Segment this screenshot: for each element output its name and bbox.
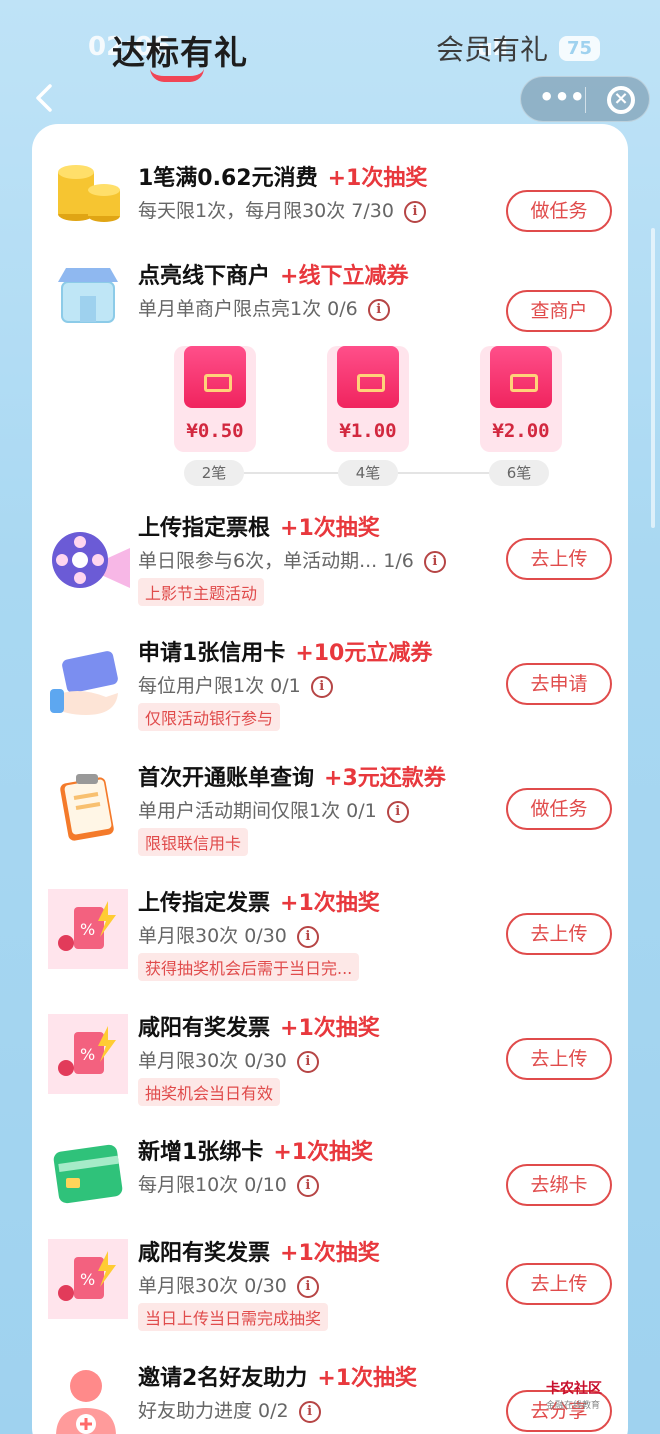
upload-button[interactable]: 去上传 [506, 1038, 612, 1080]
task-reward: +1次抽奖 [280, 1241, 380, 1266]
info-icon[interactable]: i [296, 925, 319, 948]
gold-coins-icon [46, 150, 130, 234]
credit-card-hand-icon [46, 641, 130, 725]
task-tag: 获得抽奖机会后需于当日完... [138, 953, 360, 981]
task-reward: +1次抽奖 [317, 1366, 418, 1391]
tab-member-gift[interactable]: 会员有礼 [436, 28, 548, 68]
task-reward: +1次抽奖 [280, 516, 380, 541]
info-icon[interactable]: i [403, 200, 426, 223]
invoice-lottery-icon: % [46, 1237, 130, 1321]
task-title: 首次开通账单查询 +3元还款券 [138, 766, 446, 791]
packet-amount: ¥1.00 [339, 420, 397, 442]
task-limit: 单日限参与6次，单活动期... 1/6 i [138, 546, 446, 573]
info-icon[interactable]: i [296, 1275, 319, 1298]
do-task-button[interactable]: 做任务 [506, 190, 612, 232]
task-limit: 每月限10次 0/10 i [138, 1170, 319, 1197]
task-limit: 单月限30次 0/30 i [138, 1271, 319, 1298]
task-tag: 限银联信用卡 [138, 828, 249, 856]
task-title: 咸阳有奖发票 +1次抽奖 [138, 1016, 380, 1041]
film-reel-icon [46, 518, 130, 602]
red-packet-icon [337, 346, 399, 408]
task-list-card: 1笔满0.62元消费 +1次抽奖 每天限1次，每月限30次 7/30 i 做任务 点… [32, 124, 628, 1434]
task-limit: 单月限30次 0/30 i [138, 1046, 319, 1073]
forum-watermark: 卡农社区 金融在线教育 [546, 1378, 602, 1411]
scrollbar[interactable] [651, 228, 655, 528]
storefront-icon [46, 256, 130, 340]
info-icon[interactable]: i [298, 1400, 321, 1423]
view-merchants-button[interactable]: 查商户 [506, 290, 612, 332]
mini-program-capsule: ••• × [520, 76, 650, 122]
red-packet: ¥2.00 [480, 346, 562, 452]
task-limit: 每天限1次，每月限30次 7/30 i [138, 196, 426, 223]
close-icon[interactable]: × [607, 86, 635, 114]
step-label: 6笔 [489, 460, 549, 486]
red-packet-icon [184, 346, 246, 408]
tab-active-indicator [150, 68, 204, 82]
packet-amount: ¥0.50 [186, 420, 244, 442]
step-label: 4笔 [338, 460, 398, 486]
info-icon[interactable]: i [367, 298, 390, 321]
info-icon[interactable]: i [310, 675, 333, 698]
task-reward: +1次抽奖 [273, 1140, 374, 1165]
task-tag: 仅限活动银行参与 [138, 703, 281, 731]
task-tag: 当日上传当日需完成抽奖 [138, 1303, 329, 1331]
task-reward: +10元立减券 [295, 641, 433, 666]
task-tag: 抽奖机会当日有效 [138, 1078, 281, 1106]
task-title: 邀请2名好友助力 +1次抽奖 [138, 1366, 418, 1391]
upload-button[interactable]: 去上传 [506, 913, 612, 955]
more-dots-icon[interactable]: ••• [539, 85, 585, 109]
red-packet: ¥0.50 [174, 346, 256, 452]
task-reward: +线下立减券 [280, 264, 409, 289]
task-title: 上传指定票根 +1次抽奖 [138, 516, 380, 541]
upload-button[interactable]: 去上传 [506, 538, 612, 580]
task-limit: 好友助力进度 0/2 i [138, 1396, 321, 1423]
task-reward: +3元还款券 [324, 766, 446, 791]
svg-text:%: % [80, 1270, 95, 1289]
task-tag: 上影节主题活动 [138, 578, 265, 606]
invite-friend-icon [46, 1362, 130, 1434]
svg-text:%: % [80, 920, 95, 939]
capsule-divider [585, 87, 586, 113]
task-limit: 单用户活动期间仅限1次 0/1 i [138, 796, 409, 823]
task-limit: 单月单商户限点亮1次 0/6 i [138, 294, 390, 321]
task-title: 上传指定发票 +1次抽奖 [138, 891, 380, 916]
task-title: 新增1张绑卡 +1次抽奖 [138, 1140, 374, 1165]
watermark-title: 卡农社区 [546, 1381, 602, 1397]
task-title: 申请1张信用卡 +10元立减券 [138, 641, 433, 666]
invoice-lottery-icon: % [46, 887, 130, 971]
clipboard-icon [46, 766, 130, 850]
red-packet-icon [490, 346, 552, 408]
invoice-lottery-icon: % [46, 1012, 130, 1096]
info-icon[interactable]: i [386, 800, 409, 823]
watermark-subtitle: 金融在线教育 [546, 1401, 601, 1411]
tab-standard-gift[interactable]: 达标有礼 [112, 26, 248, 74]
merchant-reward-tiers: ¥0.50 ¥1.00 ¥2.00 2笔 4笔 6笔 [32, 346, 628, 486]
task-reward: +1次抽奖 [280, 891, 380, 916]
bind-card-button[interactable]: 去绑卡 [506, 1164, 612, 1206]
task-title: 1笔满0.62元消费 +1次抽奖 [138, 166, 428, 191]
info-icon[interactable]: i [296, 1050, 319, 1073]
back-arrow-icon[interactable] [30, 84, 58, 112]
apply-button[interactable]: 去申请 [506, 663, 612, 705]
task-limit: 单月限30次 0/30 i [138, 921, 319, 948]
task-title: 点亮线下商户 +线下立减券 [138, 264, 409, 289]
upload-button[interactable]: 去上传 [506, 1263, 612, 1305]
info-icon[interactable]: i [423, 550, 446, 573]
info-icon[interactable]: i [296, 1174, 319, 1197]
step-label: 2笔 [184, 460, 244, 486]
green-card-icon [46, 1134, 130, 1218]
task-reward: +1次抽奖 [280, 1016, 380, 1041]
do-task-button[interactable]: 做任务 [506, 788, 612, 830]
task-limit: 每位用户限1次 0/1 i [138, 671, 333, 698]
task-title: 咸阳有奖发票 +1次抽奖 [138, 1241, 380, 1266]
packet-amount: ¥2.00 [492, 420, 550, 442]
task-reward: +1次抽奖 [327, 166, 428, 191]
red-packet: ¥1.00 [327, 346, 409, 452]
svg-text:%: % [80, 1045, 95, 1064]
